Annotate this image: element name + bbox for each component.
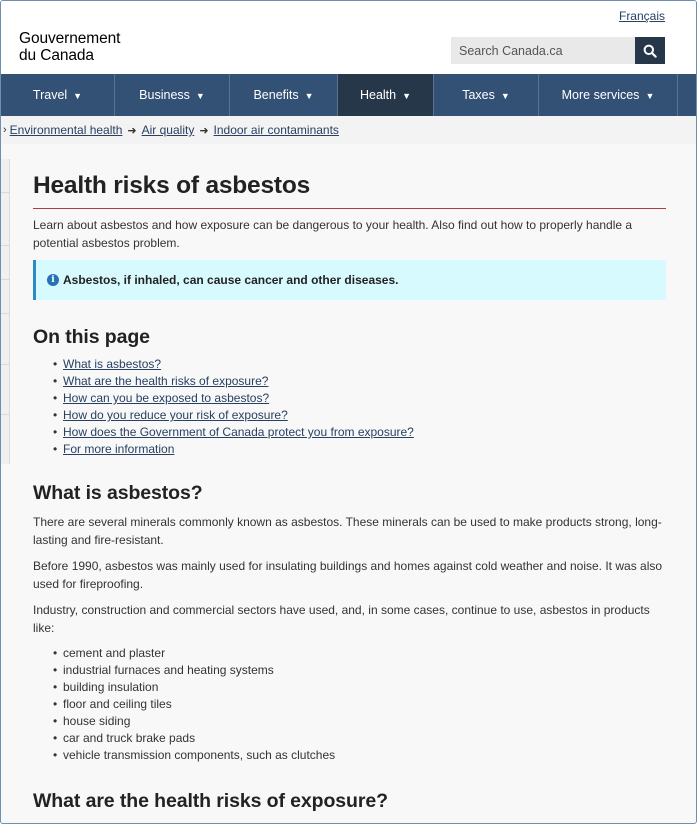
search-input[interactable]: Search Canada.ca bbox=[451, 37, 635, 64]
body-paragraph: There are several minerals commonly know… bbox=[33, 515, 662, 547]
list-item: For more information bbox=[53, 441, 666, 458]
main-menu: Travel ▼ Business ▼ Benefits ▼ Health ▼ Taxe… bbox=[1, 74, 696, 116]
products-list: cement and plaster industrial furnaces a… bbox=[53, 645, 666, 764]
alert-text: Asbestos, if inhaled, can cause cancer a… bbox=[63, 273, 399, 287]
menu-item-more-services[interactable]: More services ▼ bbox=[539, 74, 678, 116]
toc-link-health-risks[interactable]: What are the health risks of exposure? bbox=[63, 374, 268, 388]
list-item: vehicle transmission components, such as… bbox=[53, 747, 666, 764]
menu-item-benefits[interactable]: Benefits ▼ bbox=[230, 74, 338, 116]
list-item: How does the Government of Canada protec… bbox=[53, 424, 666, 441]
menu-label: More services bbox=[561, 88, 640, 102]
browser-page: Français Gouvernement du Canada Search C… bbox=[0, 0, 697, 824]
chevron-down-icon: ▼ bbox=[645, 91, 655, 101]
brand-line-1: Gouvernement bbox=[19, 30, 121, 47]
toc-link-more-info[interactable]: For more information bbox=[63, 442, 174, 456]
toc-heading: On this page bbox=[33, 326, 150, 348]
page-title: Health risks of asbestos bbox=[33, 171, 666, 209]
search-button[interactable] bbox=[635, 37, 665, 64]
list-item: floor and ceiling tiles bbox=[53, 696, 666, 713]
menu-item-health[interactable]: Health ▼ bbox=[338, 74, 434, 116]
main-content: Health risks of asbestos Learn about asb… bbox=[33, 171, 666, 813]
gc-wordmark[interactable]: Gouvernement du Canada bbox=[19, 30, 120, 64]
chevron-down-icon: ▼ bbox=[195, 91, 205, 101]
body-paragraph: Before 1990, asbestos was mainly used fo… bbox=[33, 559, 663, 591]
chevron-down-icon: ▼ bbox=[500, 91, 510, 101]
list-item: industrial furnaces and heating systems bbox=[53, 662, 666, 679]
chevron-down-icon: ▼ bbox=[402, 91, 412, 101]
info-alert: i Asbestos, if inhaled, can cause cancer… bbox=[33, 260, 666, 300]
list-item: How do you reduce your risk of exposure? bbox=[53, 407, 666, 424]
list-item: What is asbestos? bbox=[53, 356, 666, 373]
list-item: cement and plaster bbox=[53, 645, 666, 662]
language-toggle-link[interactable]: Français bbox=[619, 9, 665, 23]
section-heading-what-is-asbestos: What is asbestos? bbox=[33, 482, 203, 504]
breadcrumb-link-indoor-air[interactable]: Indoor air contaminants bbox=[214, 123, 339, 137]
info-icon: i bbox=[47, 274, 59, 286]
arrow-right-icon: › bbox=[3, 124, 7, 136]
menu-label: Business bbox=[139, 88, 190, 102]
breadcrumb-link-air-quality[interactable]: Air quality bbox=[142, 123, 195, 137]
menu-label: Benefits bbox=[253, 88, 299, 102]
menu-item-taxes[interactable]: Taxes ▼ bbox=[434, 74, 539, 116]
menu-label: Taxes bbox=[462, 88, 495, 102]
toc-list: What is asbestos? What are the health ri… bbox=[53, 356, 666, 458]
intro-paragraph: Learn about asbestos and how exposure ca… bbox=[33, 218, 633, 250]
toc-link-government[interactable]: How does the Government of Canada protec… bbox=[63, 425, 414, 439]
menu-label: Travel bbox=[32, 88, 68, 102]
magnifier-icon bbox=[643, 44, 657, 58]
list-item: How can you be exposed to asbestos? bbox=[53, 390, 666, 407]
menu-item-business[interactable]: Business ▼ bbox=[115, 74, 230, 116]
toc-link-reduce-risk[interactable]: How do you reduce your risk of exposure? bbox=[63, 408, 288, 422]
site-header: Français Gouvernement du Canada Search C… bbox=[1, 1, 696, 74]
section-menu-edge bbox=[1, 159, 10, 464]
brand-line-2: du Canada bbox=[19, 47, 94, 64]
toc-link-what-is-asbestos[interactable]: What is asbestos? bbox=[63, 357, 161, 371]
list-item: building insulation bbox=[53, 679, 666, 696]
breadcrumb: › Environmental health ➜ Air quality ➜ I… bbox=[1, 116, 696, 144]
menu-item-travel[interactable]: Travel ▼ bbox=[1, 74, 115, 116]
chevron-down-icon: ▼ bbox=[304, 91, 314, 101]
list-item: What are the health risks of exposure? bbox=[53, 373, 666, 390]
menu-filler bbox=[678, 74, 696, 116]
list-item: house siding bbox=[53, 713, 666, 730]
section-heading-health-risks: What are the health risks of exposure? bbox=[33, 790, 388, 812]
chevron-down-icon: ▼ bbox=[73, 91, 83, 101]
breadcrumb-link-environmental-health[interactable]: Environmental health bbox=[10, 123, 123, 137]
list-item: car and truck brake pads bbox=[53, 730, 666, 747]
arrow-right-icon: ➜ bbox=[199, 124, 209, 137]
menu-label: Health bbox=[359, 88, 397, 102]
body-paragraph: Industry, construction and commercial se… bbox=[33, 603, 650, 635]
toc-link-exposure[interactable]: How can you be exposed to asbestos? bbox=[63, 391, 269, 405]
arrow-right-icon: ➜ bbox=[127, 124, 137, 137]
